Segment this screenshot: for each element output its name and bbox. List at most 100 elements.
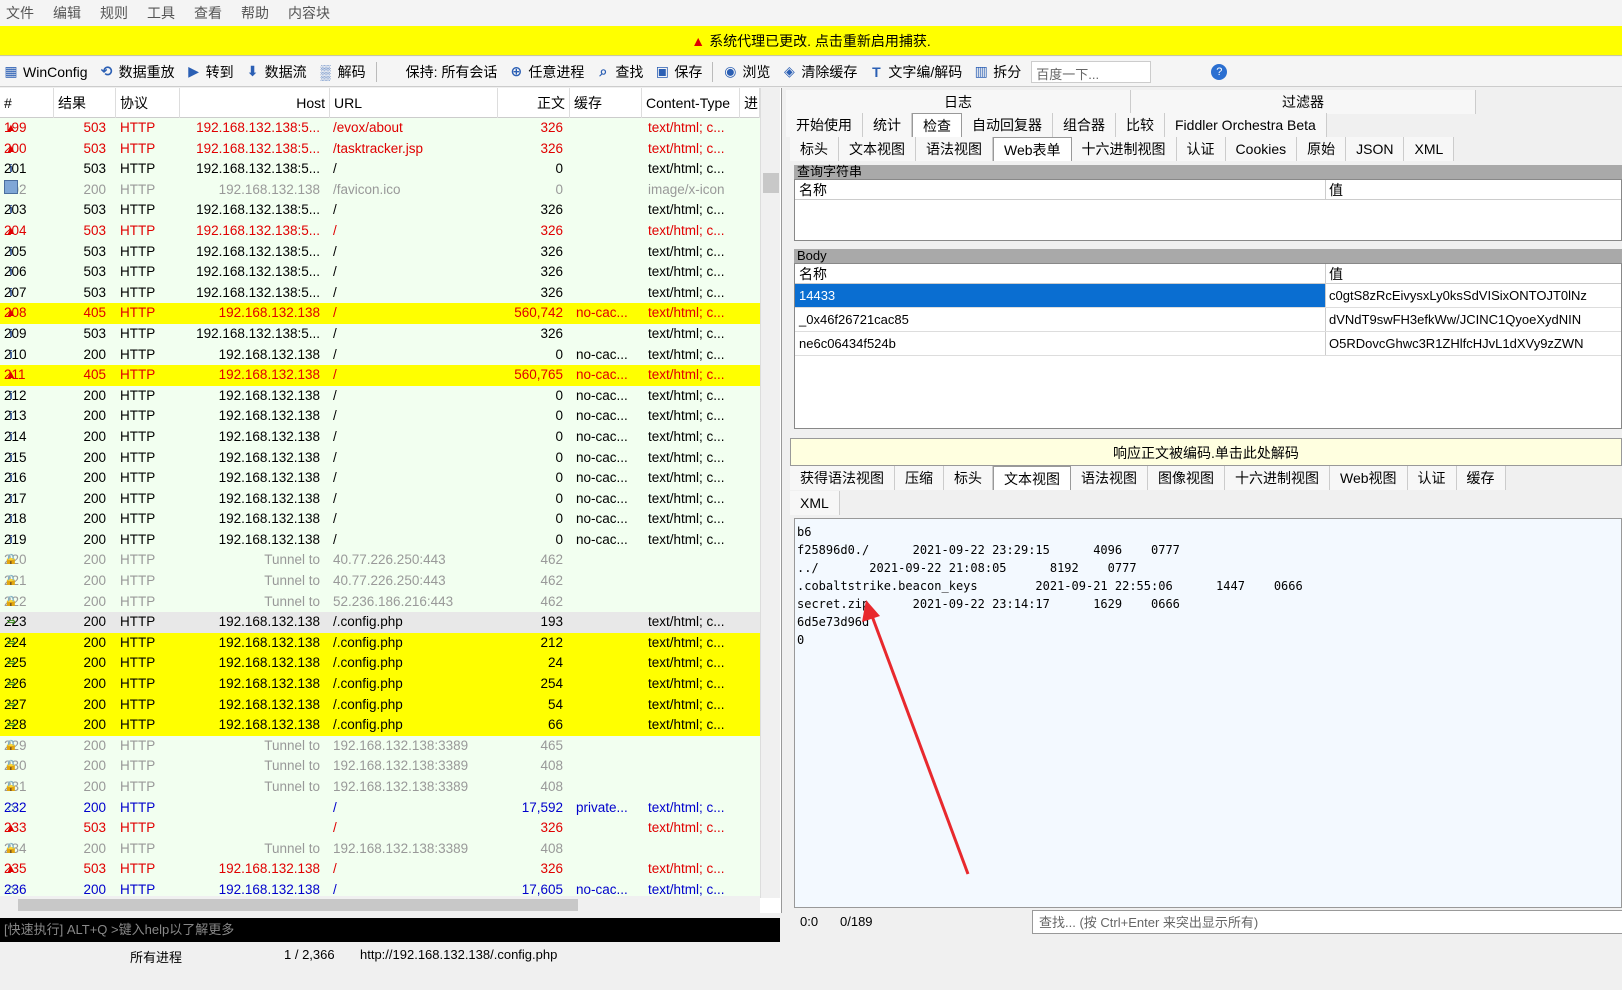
table-row[interactable]: ◇ 232 200 HTTP / 17,592 private... text/html; c…	[0, 797, 760, 819]
toolbar-button[interactable]: ⟲ 数据重放	[98, 62, 175, 82]
toolbar-button[interactable]: ◉ 浏览	[721, 62, 770, 82]
table-row[interactable]: i 217 200 HTTP 192.168.132.138 / 0 no-cac... tex…	[0, 488, 760, 510]
table-row[interactable]: 🔒 222 200 HTTP Tunnel to 52.236.186.216:443 46…	[0, 591, 760, 613]
table-row[interactable]: 🔒 229 200 HTTP Tunnel to 192.168.132.138:3389…	[0, 735, 760, 757]
column-header[interactable]: URL	[330, 88, 498, 118]
tab-req_tabs-1[interactable]: 文本视图	[839, 137, 916, 161]
search-input[interactable]: 百度一下...	[1031, 60, 1152, 83]
toolbar-button[interactable]: ⬇ 数据流	[244, 62, 307, 82]
proxy-warning-banner[interactable]: ▲ 系统代理已更改. 点击重新启用捕获.	[0, 26, 1622, 56]
column-header[interactable]: Content-Type	[642, 88, 740, 118]
body-row[interactable]: ne6c06434f524b O5RDovcGhwc3R1ZHlfcHJvL1dX…	[795, 332, 1621, 356]
table-row[interactable]: 🔒 221 200 HTTP Tunnel to 40.77.226.250:443 462	[0, 571, 760, 592]
process-filter[interactable]: 所有进程	[130, 947, 182, 966]
tab-resp_tabs-1[interactable]: 压缩	[895, 466, 944, 490]
table-row[interactable]: i 207 503 HTTP 192.168.132.138:5... / 326 text/…	[0, 282, 760, 304]
table-row[interactable]: ▲ 211 405 HTTP 192.168.132.138 / 560,765 no-cac…	[0, 365, 760, 386]
table-row[interactable]: ⇒ 225 200 HTTP 192.168.132.138 /.config.php 24…	[0, 653, 760, 675]
column-header[interactable]: Host	[180, 88, 330, 118]
table-row[interactable]: i 216 200 HTTP 192.168.132.138 / 0 no-cac... tex…	[0, 468, 760, 489]
decode-bar[interactable]: 响应正文被编码.单击此处解码	[790, 438, 1622, 466]
column-header[interactable]: 缓存	[570, 88, 642, 118]
tab-top_tabs_b-2[interactable]: 检查	[912, 113, 962, 137]
toolbar-button[interactable]: ◈ 清除缓存	[780, 62, 857, 82]
tab-top_tabs_b-1[interactable]: 统计	[863, 113, 912, 137]
tab-resp_tabs-2[interactable]: 标头	[944, 466, 993, 490]
table-row[interactable]: i 214 200 HTTP 192.168.132.138 / 0 no-cac... tex…	[0, 426, 760, 448]
tab-top_tabs_b-3[interactable]: 自动回复器	[962, 113, 1053, 137]
table-row[interactable]: i 205 503 HTTP 192.168.132.138:5... / 326 text/…	[0, 241, 760, 263]
tab-req_tabs-3[interactable]: Web表单	[993, 137, 1072, 161]
tab-top_tabs_b-0[interactable]: 开始使用	[786, 113, 863, 137]
toolbar-button[interactable]: ▣ 保存	[653, 62, 703, 82]
toolbar-button[interactable]: ▥ 拆分	[972, 62, 1022, 82]
table-row[interactable]: ▲ 233 503 HTTP / 326 text/html; c...	[0, 818, 760, 839]
table-row[interactable]: i 209 503 HTTP 192.168.132.138:5... / 326 text/…	[0, 323, 760, 345]
menu-item[interactable]: 规则	[100, 3, 128, 23]
tab-top_tabs_b-5[interactable]: 比较	[1116, 113, 1165, 137]
table-row[interactable]: ▲ 204 503 HTTP 192.168.132.138:5... / 326 text/…	[0, 220, 760, 242]
tab-req_tabs-8[interactable]: JSON	[1346, 137, 1405, 161]
table-row[interactable]: i 206 503 HTTP 192.168.132.138:5... / 326 text/…	[0, 262, 760, 283]
tab-top_tabs_b-4[interactable]: 组合器	[1053, 113, 1116, 137]
table-row[interactable]: i 212 200 HTTP 192.168.132.138 / 0 no-cac... tex…	[0, 385, 760, 407]
tab-req_tabs-5[interactable]: 认证	[1176, 137, 1226, 161]
toolbar-button[interactable]: ⌕ 查找	[594, 62, 643, 82]
tab-top_tabs_a-1[interactable]: 过滤器	[1131, 90, 1476, 114]
toolbar-button[interactable]: ▶ 转到	[185, 62, 233, 82]
menu-item[interactable]: 工具	[147, 3, 175, 23]
tab-top_tabs_a-0[interactable]: 日志	[786, 90, 1131, 114]
horizontal-scrollbar[interactable]	[0, 896, 760, 914]
table-row[interactable]: ▲ 199 503 HTTP 192.168.132.138:5... /evox/abo…	[0, 118, 760, 139]
response-text-view[interactable]: b6 f25896d0./ 2021-09-22 23:29:15 4096 07…	[794, 518, 1622, 908]
menu-item[interactable]: 帮助	[241, 3, 269, 23]
tab-req_tabs-7[interactable]: 原始	[1297, 137, 1347, 161]
table-row[interactable]: 🔒 220 200 HTTP Tunnel to 40.77.226.250:443 462	[0, 550, 760, 572]
tab-resp_tabs-4[interactable]: 语法视图	[1071, 466, 1148, 490]
table-row[interactable]: i 210 200 HTTP 192.168.132.138 / 0 no-cac... tex…	[0, 344, 760, 366]
tab-resp_tabs-3[interactable]: 文本视图	[993, 466, 1071, 490]
column-header[interactable]: 结果	[54, 88, 116, 118]
menu-item[interactable]: 文件	[6, 3, 34, 23]
table-row[interactable]: ▲ 208 405 HTTP 192.168.132.138 / 560,742 no-cac…	[0, 303, 760, 324]
tab-resp_tabs-0[interactable]: 获得语法视图	[790, 466, 895, 490]
tab-resp_tabs-8[interactable]: 认证	[1407, 466, 1457, 490]
table-row[interactable]: i 201 503 HTTP 192.168.132.138:5... / 0 text/ht…	[0, 159, 760, 180]
toolbar-button[interactable]: ⊕ 任意进程	[507, 62, 585, 82]
menu-item[interactable]: 内容块	[288, 3, 330, 23]
table-row[interactable]: ⇒ 223 200 HTTP 192.168.132.138 /.config.php 19…	[0, 612, 760, 633]
body-row[interactable]: 14433 c0gtS8zRcEivysxLy0ksSdVISixONTOJT0l…	[795, 284, 1621, 308]
column-header[interactable]: 进	[740, 88, 760, 118]
table-row[interactable]: i 203 503 HTTP 192.168.132.138:5... / 326 text/…	[0, 200, 760, 221]
find-input[interactable]: 查找... (按 Ctrl+Enter 来突出显示所有)	[1032, 910, 1622, 934]
column-header[interactable]: 正文	[498, 88, 570, 118]
table-row[interactable]: 🔒 234 200 HTTP Tunnel to 192.168.132.138:3389…	[0, 838, 760, 860]
tab-resp_tabs-5[interactable]: 图像视图	[1148, 466, 1225, 490]
table-row[interactable]: ⇒ 227 200 HTTP 192.168.132.138 /.config.php 54…	[0, 694, 760, 716]
table-row[interactable]: ▲ 200 503 HTTP 192.168.132.138:5... /tasktrac…	[0, 138, 760, 160]
tab-req_tabs-6[interactable]: Cookies	[1225, 137, 1298, 161]
column-header[interactable]: #	[0, 88, 54, 118]
table-row[interactable]: ⇒ 224 200 HTTP 192.168.132.138 /.config.php 21…	[0, 632, 760, 654]
table-row[interactable]: ⇒ 226 200 HTTP 192.168.132.138 /.config.php 25…	[0, 674, 760, 695]
table-row[interactable]: i 213 200 HTTP 192.168.132.138 / 0 no-cac... tex…	[0, 406, 760, 427]
menu-item[interactable]: 查看	[194, 3, 222, 23]
table-row[interactable]: 202 200 HTTP 192.168.132.138/favicon.ico 0 im…	[0, 179, 760, 201]
tab-req_tabs-2[interactable]: 语法视图	[916, 137, 993, 161]
menu-item[interactable]: 编辑	[53, 3, 81, 23]
table-row[interactable]: i 218 200 HTTP 192.168.132.138 / 0 no-cac... tex…	[0, 509, 760, 530]
body-row[interactable]: _0x46f26721cac85 dVNdT9swFH3efkWw/JCINC1Q…	[795, 308, 1621, 332]
table-row[interactable]: i 215 200 HTTP 192.168.132.138 / 0 no-cac... tex…	[0, 447, 760, 469]
quickexec-box[interactable]: [快速执行] ALT+Q >键入help以了解更多	[0, 918, 780, 942]
tab-resp_tabs-7[interactable]: Web视图	[1330, 466, 1408, 490]
table-row[interactable]: 🔒 231 200 HTTP Tunnel to 192.168.132.138:3389…	[0, 777, 760, 798]
table-row[interactable]: i 219 200 HTTP 192.168.132.138 / 0 no-cac... tex…	[0, 529, 760, 551]
table-row[interactable]: ⇒ 228 200 HTTP 192.168.132.138 /.config.php 66…	[0, 715, 760, 736]
vertical-scrollbar[interactable]	[760, 88, 780, 898]
scroll-thumb[interactable]	[763, 173, 779, 193]
toolbar-button[interactable]: 保持: 所有会话	[385, 62, 498, 82]
column-header[interactable]: 协议	[116, 88, 180, 118]
toolbar-button[interactable]: ▦ WinConfig	[2, 63, 87, 80]
table-row[interactable]: ▲ 235 503 HTTP 192.168.132.138 / 326 text/html;…	[0, 859, 760, 880]
toolbar-button[interactable]: ▒ 解码	[317, 62, 366, 82]
